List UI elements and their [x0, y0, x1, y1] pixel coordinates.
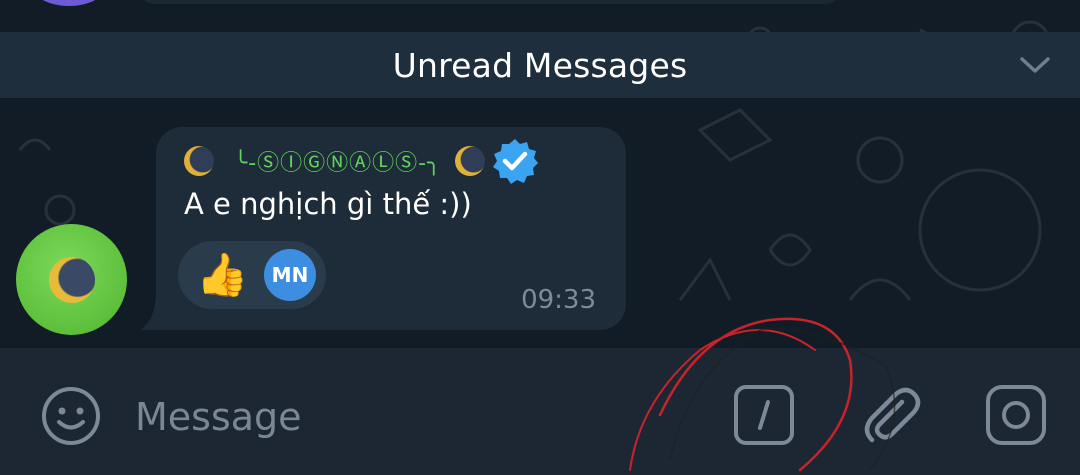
message-text: A e nghịch gì thế :)) [184, 187, 472, 221]
thumbs-up-emoji: 👍 [196, 250, 249, 299]
unread-messages-divider: Unread Messages [0, 32, 1080, 98]
message-bubble[interactable]: ╰-ⓈⒾⒼⓃⒶⓁⓈ-╮ A e nghịch gì thế :)) 👍 MN 0… [156, 127, 626, 330]
verified-badge-icon [493, 139, 539, 184]
sender-name[interactable]: ╰-ⓈⒾⒼⓃⒶⓁⓈ-╮ [234, 145, 441, 177]
moon-emoji-icon [455, 146, 486, 176]
moon-emoji-icon [184, 146, 214, 176]
sender-avatar[interactable] [16, 224, 127, 335]
chevron-down-icon[interactable] [1018, 54, 1052, 76]
camera-icon[interactable] [985, 384, 1047, 446]
unread-messages-label: Unread Messages [392, 45, 688, 85]
reactor-avatar: MN [264, 249, 316, 301]
moon-avatar-icon [48, 256, 95, 303]
sender-header[interactable]: ╰-ⓈⒾⒼⓃⒶⓁⓈ-╮ [184, 139, 539, 184]
message-time: 09:33 [521, 285, 596, 315]
emoji-icon[interactable] [40, 385, 102, 447]
previous-message-bubble [140, 0, 840, 4]
paperclip-icon[interactable] [858, 382, 924, 448]
message-input[interactable] [133, 386, 697, 448]
slash-command-icon[interactable] [733, 384, 795, 446]
reaction-chip[interactable]: 👍 MN [178, 241, 326, 309]
